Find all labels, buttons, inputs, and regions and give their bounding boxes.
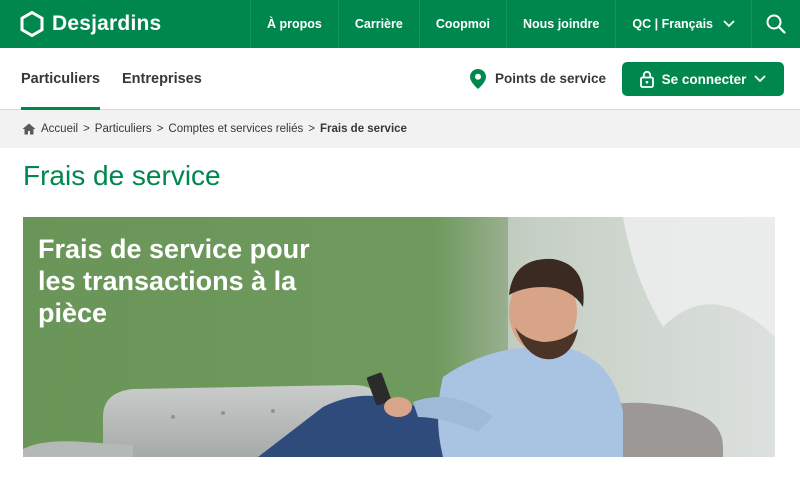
top-nav: À propos Carrière Coopmoi Nous joindre Q… [250, 0, 800, 48]
topnav-a-propos[interactable]: À propos [250, 0, 338, 48]
tab-particuliers[interactable]: Particuliers [21, 48, 100, 110]
language-selector[interactable]: QC | Français [615, 0, 751, 48]
tab-entreprises[interactable]: Entreprises [122, 48, 202, 109]
points-de-service-link[interactable]: Points de service [470, 48, 606, 109]
se-connecter-button[interactable]: Se connecter [622, 62, 784, 96]
breadcrumb-band: Accueil > Particuliers > Comptes et serv… [0, 110, 800, 148]
breadcrumb-separator: > [308, 123, 315, 135]
breadcrumb-separator: > [83, 123, 90, 135]
secondary-nav: Particuliers Entreprises Points de servi… [0, 48, 800, 110]
breadcrumb: Accueil > Particuliers > Comptes et serv… [22, 110, 407, 148]
chevron-down-icon [754, 75, 767, 83]
topnav-coopmoi[interactable]: Coopmoi [418, 0, 506, 48]
points-de-service-label: Points de service [495, 71, 607, 86]
breadcrumb-comptes[interactable]: Comptes et services reliés [168, 123, 303, 135]
breadcrumb-particuliers[interactable]: Particuliers [95, 123, 152, 135]
page-title: Frais de service [23, 160, 221, 191]
breadcrumb-current: Frais de service [319, 123, 407, 135]
hero-title: Frais de service pour les transactions à… [38, 234, 310, 328]
chevron-down-icon [723, 20, 735, 28]
top-bar: Desjardins À propos Carrière Coopmoi Nou… [0, 0, 800, 48]
hero-banner: Frais de service pour les transactions à… [23, 217, 775, 457]
desjardins-hexagon-logo-icon [20, 11, 44, 37]
desjardins-logo[interactable]: Desjardins [20, 10, 161, 38]
brand-name: Desjardins [52, 12, 162, 35]
breadcrumb-accueil[interactable]: Accueil [41, 123, 78, 135]
home-icon[interactable] [22, 123, 36, 135]
language-label: QC | Français [632, 17, 713, 31]
topnav-carriere[interactable]: Carrière [337, 0, 419, 48]
location-pin-icon [470, 68, 486, 89]
breadcrumb-separator: > [156, 123, 164, 135]
se-connecter-label: Se connecter [661, 71, 747, 87]
search-button[interactable] [751, 0, 800, 48]
search-icon [766, 14, 786, 34]
lock-icon [639, 70, 654, 88]
topnav-nous-joindre[interactable]: Nous joindre [505, 0, 615, 48]
